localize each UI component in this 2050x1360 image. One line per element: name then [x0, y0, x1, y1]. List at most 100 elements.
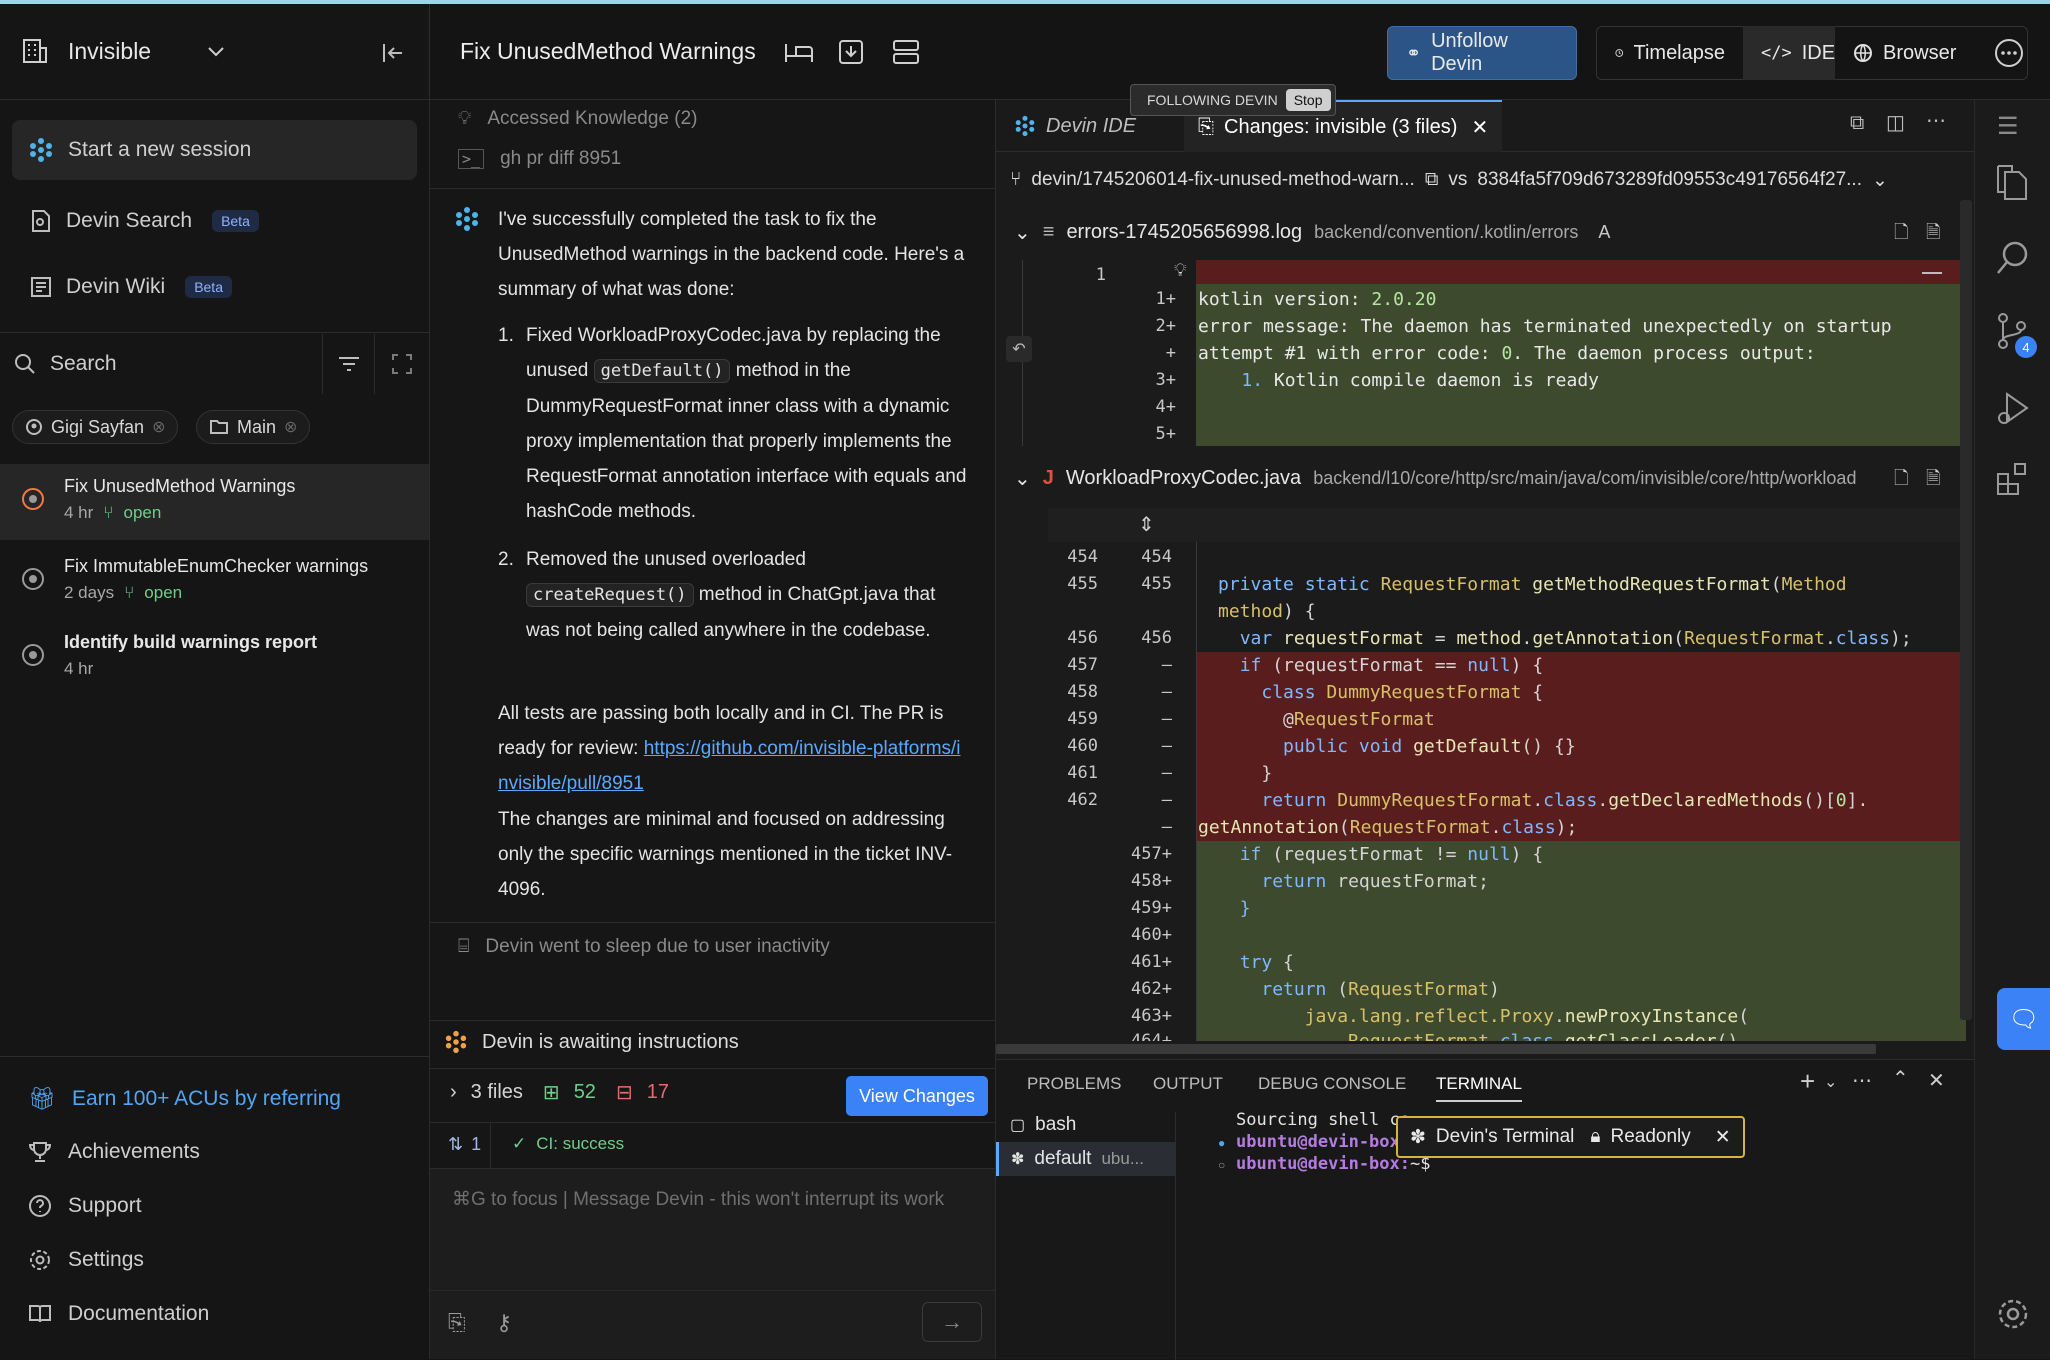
changes-summary[interactable]: › 3 files ⊞ 52 ⊟ 17 — [450, 1080, 669, 1105]
support-link[interactable]: Support — [28, 1194, 142, 1218]
step-knowledge[interactable]: 💡︎ Accessed Knowledge (2) — [458, 108, 697, 130]
clear-icon[interactable]: ⊗ — [284, 417, 297, 437]
collapse-sidebar-icon[interactable] — [380, 40, 406, 66]
stop-following-button[interactable]: Stop — [1285, 89, 1331, 111]
view-file-icon[interactable]: 🗎︎ — [1926, 220, 1940, 250]
timelapse-button[interactable]: Timelapse — [1597, 26, 1743, 80]
more-options-icon[interactable] — [1994, 38, 2024, 68]
divider — [0, 332, 429, 333]
start-new-session-button[interactable]: Start a new session — [12, 120, 417, 180]
key-icon[interactable]: ⚷ — [496, 1310, 512, 1336]
pr-count[interactable]: ⇅ 1 — [448, 1134, 481, 1155]
tab-debug-console[interactable]: DEBUG CONSOLE — [1258, 1074, 1406, 1094]
beta-badge: Beta — [185, 276, 232, 298]
tab-output[interactable]: OUTPUT — [1153, 1074, 1223, 1094]
java-file-icon: J — [1042, 466, 1054, 489]
filter-chip-user[interactable]: Gigi Sayfan ⊗ — [12, 410, 179, 444]
tab-terminal[interactable]: TERMINAL — [1436, 1074, 1522, 1102]
revert-icon[interactable]: ↶ — [1006, 336, 1032, 362]
lightbulb-icon[interactable]: 💡︎ — [1174, 260, 1187, 281]
ide-button[interactable]: </> IDE — [1743, 26, 1835, 80]
session-item[interactable]: Fix UnusedMethod Warnings 4 hr ⑂ open — [0, 464, 429, 540]
run-debug-icon[interactable] — [1995, 390, 2031, 428]
code-line: getAnnotation(RequestFormat.class); — [1198, 817, 1578, 838]
open-in-editor-icon[interactable]: ⧉ — [1850, 112, 1864, 135]
overlay-mode: Readonly — [1610, 1126, 1691, 1147]
vertical-scrollbar[interactable] — [1960, 200, 1972, 1020]
line-number: 4+ — [1155, 397, 1176, 417]
view-changes-button[interactable]: View Changes — [846, 1076, 988, 1116]
step-label: Accessed Knowledge (2) — [487, 108, 698, 129]
session-item[interactable]: Identify build warnings report 4 hr — [0, 620, 429, 696]
expand-icon[interactable] — [390, 352, 414, 376]
terminal-output: Sourcing shell co — [1236, 1110, 1410, 1130]
feedback-chat-icon[interactable]: 🗨︎ — [1997, 988, 2050, 1050]
awaiting-status: Devin is awaiting instructions — [444, 1030, 739, 1054]
line-number: 3+ — [1155, 370, 1176, 390]
explorer-icon[interactable] — [1995, 164, 2029, 202]
close-icon[interactable]: ✕ — [1471, 115, 1488, 140]
message-input[interactable]: ⌘G to focus | Message Devin - this won't… — [430, 1168, 995, 1290]
diff-icon: ⎘ — [1198, 115, 1214, 138]
unfollow-devin-button[interactable]: ⚭ Unfollow Devin — [1387, 26, 1577, 80]
overlay-title: Devin's Terminal — [1435, 1126, 1575, 1147]
filter-icon[interactable] — [336, 352, 362, 376]
documentation-link[interactable]: Documentation — [28, 1302, 209, 1326]
attach-file-icon[interactable]: ⎘ — [448, 1310, 466, 1336]
file-header-workload-proxy[interactable]: ⌄ J WorkloadProxyCodec.java backend/l10/… — [996, 458, 1970, 498]
devin-avatar-icon — [456, 207, 478, 231]
open-file-icon[interactable]: 🗋︎ — [1894, 466, 1908, 496]
divider — [430, 1068, 995, 1069]
code-line: @RequestFormat — [1218, 709, 1435, 730]
close-icon[interactable]: ✕ — [1715, 1126, 1731, 1149]
filter-chip-folder[interactable]: Main ⊗ — [196, 410, 311, 444]
more-actions-icon[interactable]: ⋯ — [1926, 108, 1946, 133]
download-icon[interactable] — [838, 38, 864, 66]
devin-wiki-link[interactable]: Devin Wiki Beta — [12, 264, 417, 310]
maximize-panel-icon[interactable]: ⌃ — [1892, 1066, 1909, 1091]
chevron-right-icon: › — [450, 1081, 457, 1103]
achievements-link[interactable]: Achievements — [28, 1140, 200, 1164]
horizontal-scrollbar[interactable] — [996, 1044, 1876, 1054]
ide-panel: Devin IDE ⎘ Changes: invisible (3 files)… — [996, 100, 1974, 1059]
search-icon[interactable] — [1995, 240, 2031, 276]
new-terminal-icon[interactable]: + — [1800, 1066, 1815, 1097]
file-header-errors-log[interactable]: ⌄ ≡ errors-1745205656998.log backend/con… — [996, 212, 1970, 252]
referral-link[interactable]: 🎁︎ Earn 100+ ACUs by referring — [28, 1086, 341, 1112]
summary-item-1: 1. Fixed WorkloadProxyCodec.java by repl… — [498, 318, 968, 529]
chevron-down-icon[interactable]: ⌄ — [1872, 169, 1888, 192]
tab-problems[interactable]: PROBLEMS — [1027, 1074, 1121, 1094]
session-status-icon — [22, 644, 44, 666]
chevron-down-icon[interactable]: ⌄ — [1824, 1072, 1837, 1092]
settings-link[interactable]: Settings — [28, 1248, 144, 1272]
chip-label: Gigi Sayfan — [51, 416, 145, 437]
layout-icon[interactable] — [892, 38, 920, 66]
session-item[interactable]: Fix ImmutableEnumChecker warnings 2 days… — [0, 544, 429, 620]
commit-hash[interactable]: 8384fa5f709d673289fd09553c49176564f27... — [1477, 169, 1862, 191]
close-panel-icon[interactable]: ✕ — [1928, 1068, 1945, 1093]
code-line: } — [1239, 898, 1251, 919]
expand-hunk-icon[interactable]: ⇕ — [1138, 512, 1155, 537]
code-line: error message: The daemon has terminated… — [1198, 316, 1892, 337]
branch-name[interactable]: devin/1745206014-fix-unused-method-warn.… — [1031, 169, 1414, 191]
send-button[interactable]: → — [922, 1302, 982, 1342]
more-actions-icon[interactable]: ⋯ — [1852, 1068, 1872, 1093]
split-editor-icon[interactable]: ◫ — [1886, 110, 1905, 135]
copy-icon[interactable]: ⧉ — [1425, 169, 1439, 191]
extensions-icon[interactable] — [1995, 460, 2031, 496]
menu-icon[interactable]: ☰ — [1997, 112, 2019, 141]
view-file-icon[interactable]: 🗎︎ — [1926, 466, 1940, 496]
clear-icon[interactable]: ⊗ — [152, 417, 165, 437]
devin-search-link[interactable]: Devin Search Beta — [12, 198, 417, 244]
session-search-input[interactable]: Search — [0, 334, 320, 394]
terminal-bash[interactable]: ▢ bash — [1010, 1114, 1076, 1136]
open-file-icon[interactable]: 🗋︎ — [1894, 220, 1908, 250]
bed-icon[interactable] — [784, 40, 814, 66]
terminal-icon: >_ — [458, 149, 485, 169]
gear-icon[interactable] — [1995, 1296, 2031, 1332]
code-line: return DummyRequestFormat.class.getDecla… — [1261, 790, 1869, 811]
terminal-default[interactable]: ✽ default ubu... — [996, 1142, 1176, 1176]
workspace-switcher[interactable]: Invisible — [20, 36, 227, 66]
tab-devin-ide[interactable]: Devin IDE — [1000, 100, 1150, 152]
step-command[interactable]: >_ gh pr diff 8951 — [458, 148, 621, 170]
